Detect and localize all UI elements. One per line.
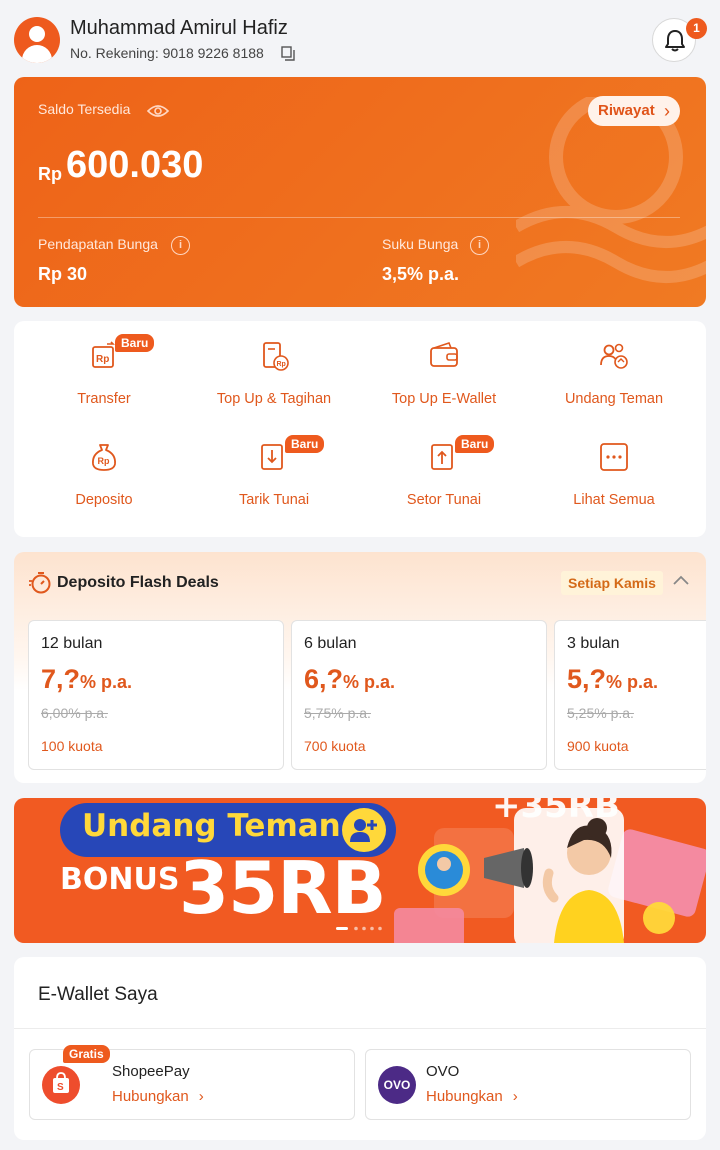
history-button[interactable]: Riwayat ›	[588, 96, 680, 126]
copy-icon[interactable]	[281, 46, 295, 61]
banner-bonus-label: BONUS	[60, 862, 180, 897]
divider	[14, 1028, 706, 1029]
schedule-badge: Setiap Kamis	[561, 571, 663, 595]
user-name: Muhammad Amirul Hafiz	[70, 17, 288, 39]
carousel-dots[interactable]	[336, 926, 396, 932]
promo-banner[interactable]: Undang Teman BONUS 35RB +35RB	[14, 798, 706, 943]
chevron-right-icon: ›	[512, 1088, 518, 1105]
connect-link[interactable]: Hubungkan ›	[112, 1088, 204, 1105]
wallet-name: OVO	[426, 1063, 460, 1080]
menu-label: Transfer	[77, 391, 131, 407]
money-bag-icon: Rp	[92, 444, 116, 471]
deal-term: 12 bulan	[41, 635, 103, 652]
logo-watermark-icon	[516, 97, 706, 283]
menu-label: Setor Tunai	[406, 492, 482, 508]
new-badge: Baru	[115, 334, 155, 352]
interest-rate-label: Suku Bunga	[382, 236, 459, 252]
history-button-label: Riwayat	[598, 102, 655, 119]
interest-income-value: Rp 30	[38, 264, 88, 284]
deal-rate: 7,?% p.a.	[41, 664, 133, 694]
menu-label: Tarik Tunai	[238, 492, 310, 508]
interest-income-label: Pendapatan Bunga	[38, 236, 158, 252]
deal-rate: 5,?% p.a.	[567, 664, 659, 694]
eye-icon[interactable]	[147, 104, 169, 118]
banner-headline: Undang Teman	[82, 808, 341, 844]
bell-icon	[665, 30, 685, 52]
notification-badge: 1	[686, 18, 707, 39]
free-badge: Gratis	[63, 1045, 110, 1063]
avatar-body	[22, 45, 52, 63]
deal-term: 6 bulan	[304, 635, 357, 652]
ovo-logo-text: OVO	[383, 1078, 411, 1092]
deal-quota: 700 kuota	[304, 738, 366, 754]
account-number: No. Rekening: 9018 9226 8188	[70, 45, 264, 61]
menu-label: Undang Teman	[564, 391, 664, 407]
banner-badge-amount: +35RB	[492, 798, 620, 826]
deal-old-rate: 5,25% p.a.	[567, 705, 634, 721]
quick-menu: Rp Baru Transfer Rp Top Up & Tagihan Top…	[14, 321, 706, 537]
ovo-logo-icon: OVO	[378, 1066, 416, 1104]
wallet-card-ovo[interactable]: OVO OVO Hubungkan ›	[365, 1049, 691, 1120]
deal-quota: 900 kuota	[567, 738, 629, 754]
connect-link[interactable]: Hubungkan ›	[426, 1088, 518, 1105]
chevron-right-icon: ›	[198, 1088, 204, 1105]
more-icon	[600, 443, 628, 471]
deal-rate: 6,?% p.a.	[304, 664, 396, 694]
new-badge: Baru	[285, 435, 325, 453]
ewallet-title: E-Wallet Saya	[38, 984, 158, 1005]
deal-term: 3 bulan	[567, 635, 620, 652]
wallet-card-shopeepay[interactable]: S Gratis ShopeePay Hubungkan ›	[29, 1045, 355, 1120]
chevron-up-icon[interactable]	[673, 574, 689, 586]
menu-label: Deposito	[75, 492, 133, 508]
info-icon[interactable]: i	[171, 236, 190, 255]
interest-rate-value: 3,5% p.a.	[382, 264, 460, 284]
flash-deals-title: Deposito Flash Deals	[57, 574, 219, 591]
deal-card[interactable]: 6 bulan 6,?% p.a. 5,75% p.a. 700 kuota	[291, 620, 547, 770]
stopwatch-icon	[29, 572, 51, 594]
menu-label: Lihat Semua	[573, 492, 655, 508]
currency-label: Rp	[38, 164, 62, 184]
balance-amount: 600.030	[66, 144, 204, 186]
balance-card: Saldo Tersedia Riwayat › Rp 600.030 Pend…	[14, 77, 706, 307]
wallet-icon	[430, 342, 458, 367]
menu-label: Top Up E-Wallet	[391, 391, 497, 407]
svg-text:S: S	[57, 1082, 64, 1093]
deal-old-rate: 6,00% p.a.	[41, 705, 108, 721]
ewallet-section: E-Wallet Saya S Gratis ShopeePay Hubungk…	[14, 957, 706, 1140]
avatar[interactable]	[14, 17, 60, 63]
flash-deals-section: Deposito Flash Deals Setiap Kamis 12 bul…	[14, 552, 706, 783]
deal-quota: 100 kuota	[41, 738, 103, 754]
invite-friends-icon	[600, 343, 628, 369]
banner-bonus-amount: 35RB	[179, 846, 387, 930]
bill-icon: Rp	[263, 342, 289, 371]
avatar-head	[29, 26, 45, 42]
deal-old-rate: 5,75% p.a.	[304, 705, 371, 721]
svg-text:Rp: Rp	[277, 361, 286, 368]
svg-text:Rp: Rp	[96, 354, 109, 365]
svg-text:Rp: Rp	[98, 456, 110, 466]
balance-label: Saldo Tersedia	[38, 101, 131, 117]
shopeepay-logo-icon: S	[42, 1066, 80, 1104]
deal-card[interactable]: 3 bulan 5,?% p.a. 5,25% p.a. 900 kuota	[554, 620, 706, 770]
info-icon[interactable]: i	[470, 236, 489, 255]
deal-card[interactable]: 12 bulan 7,?% p.a. 6,00% p.a. 100 kuota	[28, 620, 284, 770]
wallet-name: ShopeePay	[112, 1063, 190, 1080]
divider	[38, 217, 680, 218]
chevron-right-icon: ›	[664, 101, 670, 121]
menu-label: Top Up & Tagihan	[216, 391, 332, 407]
new-badge: Baru	[455, 435, 495, 453]
